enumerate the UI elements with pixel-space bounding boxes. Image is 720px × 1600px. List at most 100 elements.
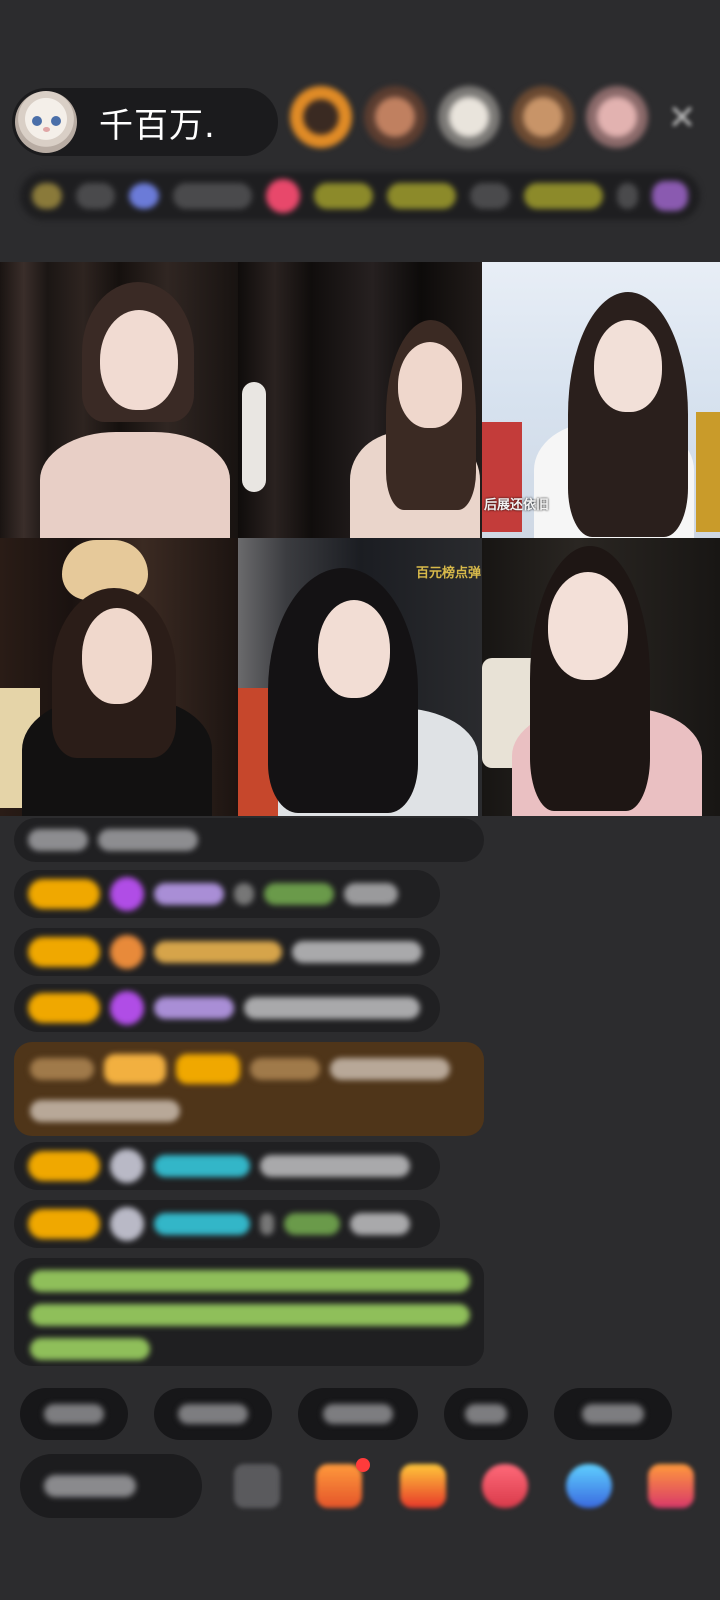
chat-text [260, 1155, 410, 1177]
chat-username [154, 941, 282, 963]
emoji-icon[interactable] [234, 1464, 280, 1508]
person-face [548, 572, 628, 680]
quick-reply-chip[interactable] [20, 1388, 128, 1440]
overlay-caption: 百元榜点弹 [416, 566, 482, 581]
viewer-avatar[interactable] [512, 86, 574, 148]
quick-reply-row [20, 1388, 672, 1440]
user-avatar-icon [110, 1149, 144, 1183]
system-notice [14, 1258, 484, 1366]
diamond-icon [110, 877, 144, 911]
video-cell-4[interactable] [0, 538, 238, 816]
chat-username [154, 1213, 250, 1235]
fan-badge [28, 993, 100, 1023]
comment-placeholder [44, 1475, 136, 1497]
chat-message [14, 818, 484, 862]
overlay-caption: 后展还依旧 [484, 498, 550, 513]
notice-text [30, 1270, 470, 1292]
live-room: 千百万. ✕ 后展还依旧 百元榜点弹 [0, 0, 720, 1600]
host-info-pill[interactable]: 千百万. [12, 88, 278, 156]
medal-icon [110, 935, 144, 969]
purple-badge-icon [652, 181, 689, 211]
heart-gift-icon[interactable] [482, 1464, 528, 1508]
quick-reply-chip[interactable] [298, 1388, 418, 1440]
quick-reply-chip[interactable] [444, 1388, 528, 1440]
chat-text [250, 1058, 320, 1080]
chat-text [30, 1100, 180, 1122]
chat-text [350, 1213, 410, 1235]
chat-message [14, 928, 440, 976]
info-chip [313, 183, 373, 209]
fan-badge [28, 937, 100, 967]
info-chip [386, 183, 457, 209]
viewer-avatar[interactable] [586, 86, 648, 148]
chat-username [154, 997, 234, 1019]
avatar-nose [43, 127, 50, 132]
person-body [40, 432, 230, 538]
person-face [318, 600, 390, 698]
cat-avatar-icon[interactable] [15, 91, 77, 153]
level-badge [104, 1054, 166, 1084]
gift-icon[interactable] [400, 1464, 446, 1508]
close-icon[interactable]: ✕ [666, 101, 698, 135]
chat-text [330, 1058, 450, 1080]
person-face [398, 342, 462, 428]
host-name: 千百万. [99, 105, 216, 146]
chat-text [98, 829, 198, 851]
avatar-eye-left [32, 116, 42, 126]
quick-reply-chip[interactable] [554, 1388, 672, 1440]
red-chair [482, 422, 522, 532]
video-cell-2[interactable] [238, 262, 482, 538]
video-cell-5[interactable]: 百元榜点弹 [238, 538, 482, 816]
viewer-avatar[interactable] [364, 86, 426, 148]
quick-reply-chip[interactable] [154, 1388, 272, 1440]
gift-box-icon[interactable] [316, 1464, 362, 1508]
avatar-eye-right [51, 116, 61, 126]
chat-username [154, 883, 224, 905]
top-viewers [290, 86, 648, 148]
info-chip [172, 183, 252, 209]
info-chip [523, 183, 603, 209]
info-chip [75, 183, 116, 209]
info-chip [470, 183, 510, 209]
lamp-decoration [242, 382, 266, 492]
fan-badge [28, 1209, 100, 1239]
chat-text [30, 1058, 94, 1080]
blue-gift-icon[interactable] [566, 1464, 612, 1508]
chip-text [465, 1404, 507, 1424]
chip-text [323, 1404, 393, 1424]
chat-text [244, 997, 420, 1019]
chat-text [28, 829, 88, 851]
comment-input[interactable] [20, 1454, 202, 1518]
video-cell-3[interactable]: 后展还依旧 [482, 262, 720, 538]
chat-text [234, 883, 254, 905]
viewer-avatar[interactable] [290, 86, 352, 148]
fan-badge [176, 1054, 240, 1084]
chat-message [14, 984, 440, 1032]
chat-message [14, 1142, 440, 1190]
chat-message [14, 870, 440, 918]
globe-icon [129, 183, 159, 209]
chat-text [292, 941, 422, 963]
red-badge-icon [265, 179, 300, 213]
info-chip [616, 183, 639, 209]
user-avatar-icon [110, 1207, 144, 1241]
notice-text [30, 1338, 150, 1360]
room-info-bar[interactable] [20, 172, 700, 220]
more-gift-icon[interactable] [648, 1464, 694, 1508]
video-cell-1[interactable] [0, 262, 238, 538]
person-face [100, 310, 178, 410]
video-cell-6[interactable] [482, 538, 720, 816]
person-face [594, 320, 662, 412]
chip-text [44, 1404, 104, 1424]
notification-dot [356, 1458, 370, 1472]
notice-text [30, 1304, 470, 1326]
multi-guest-video-grid: 后展还依旧 百元榜点弹 [0, 262, 720, 816]
viewer-avatar[interactable] [438, 86, 500, 148]
chat-username [154, 1155, 250, 1177]
chat-text [260, 1213, 274, 1235]
highlight-message [14, 1042, 484, 1136]
chip-text [178, 1404, 248, 1424]
fan-badge [28, 1151, 100, 1181]
gold-sign [696, 412, 720, 532]
chat-text [264, 883, 334, 905]
